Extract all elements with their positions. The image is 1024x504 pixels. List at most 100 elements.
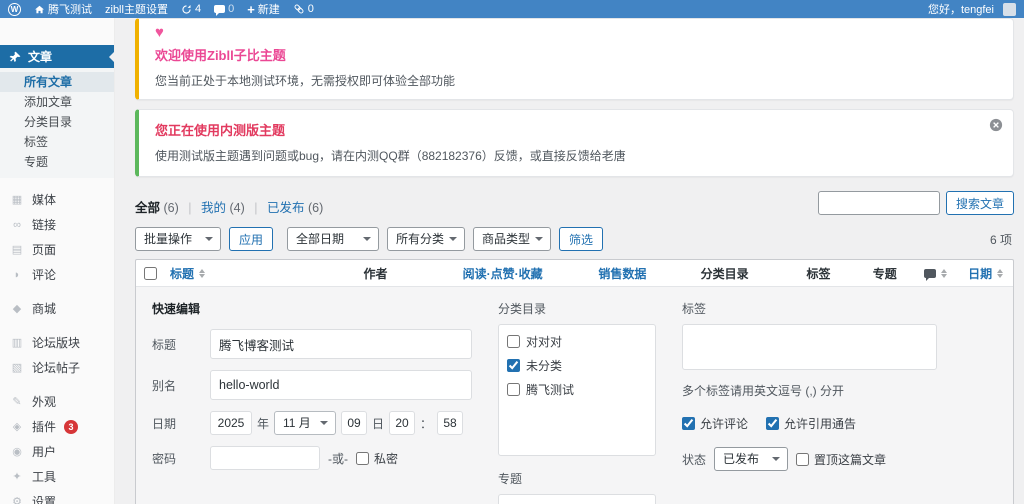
- tags-textarea[interactable]: [682, 324, 937, 370]
- or-text: -或-: [328, 451, 348, 466]
- status-select[interactable]: 已发布: [714, 447, 789, 471]
- pushpin-icon: [9, 51, 21, 63]
- select-all-checkbox[interactable]: [144, 266, 158, 280]
- sidebar-item-forum-posts[interactable]: ▧ 论坛帖子: [0, 355, 114, 380]
- dismiss-icon[interactable]: [989, 118, 1003, 132]
- pages-icon: ▤: [11, 244, 23, 256]
- settings-gear-icon: ⚙: [12, 496, 22, 504]
- month-select[interactable]: 11 月: [274, 411, 337, 435]
- category-filter-select[interactable]: 所有分类: [387, 227, 466, 251]
- beta-notice-title: 您正在使用内测版主题: [155, 123, 286, 138]
- category-item[interactable]: 对对对: [507, 333, 647, 350]
- hour-field[interactable]: [389, 411, 416, 435]
- private-checkbox[interactable]: [356, 451, 369, 465]
- search-posts-button[interactable]: 搜索文章: [945, 191, 1014, 215]
- sidebar-item-tools[interactable]: ✦ 工具: [0, 464, 114, 489]
- admin-bar: W 腾飞测试 zibll主题设置 4 0 + 新建 0 您好，tengfei: [0, 0, 1024, 18]
- sidebar-item-posts[interactable]: 文章: [0, 45, 114, 68]
- topics-list[interactable]: [498, 494, 656, 504]
- comments-icon: [214, 5, 226, 16]
- slug-label: 别名: [152, 378, 177, 393]
- category-item[interactable]: 未分类: [507, 357, 647, 374]
- column-date[interactable]: 日期: [958, 265, 1013, 282]
- view-published[interactable]: 已发布: [267, 201, 305, 215]
- new-content-link[interactable]: + 新建: [247, 1, 280, 17]
- minute-field[interactable]: [437, 411, 464, 435]
- tags-label: 标签: [682, 302, 707, 316]
- allow-comments-label[interactable]: 允许评论: [682, 415, 748, 432]
- account-menu[interactable]: 您好，tengfei: [928, 1, 1016, 17]
- comments-column-icon: [923, 268, 936, 281]
- sidebar-item-add-post[interactable]: 添加文章: [0, 92, 114, 112]
- sticky-checkbox[interactable]: [796, 452, 810, 466]
- category-checkbox[interactable]: [507, 335, 520, 348]
- welcome-notice: ♥ 欢迎使用Zibll子比主题 您当前正处于本地测试环境，无需授权即可体验全部功…: [135, 18, 1014, 100]
- view-all[interactable]: 全部 (6): [135, 201, 179, 215]
- filter-row: 批量操作 应用 全部日期 所有分类 商品类型 筛选 6 项: [135, 227, 1014, 251]
- categories-list[interactable]: 对对对 未分类 腾飞测试: [498, 324, 656, 456]
- day-field[interactable]: [341, 411, 368, 435]
- column-stats[interactable]: 阅读·点赞·收藏: [430, 265, 575, 282]
- slug-field[interactable]: [210, 370, 472, 400]
- product-type-select[interactable]: 商品类型: [473, 227, 552, 251]
- column-comments[interactable]: [912, 268, 958, 281]
- sort-icon: [940, 268, 947, 278]
- avatar: [1003, 2, 1016, 16]
- search-input[interactable]: [817, 191, 940, 215]
- sidebar-item-shop[interactable]: ◆ 商城: [0, 296, 114, 321]
- posts-submenu: 所有文章 添加文章 分类目录 标签 专题: [0, 68, 114, 178]
- beta-notice-text: 使用测试版主题遇到问题或bug，请在内测QQ群（882182376）反馈，或直接…: [155, 149, 626, 163]
- column-title[interactable]: 标题: [166, 265, 321, 282]
- admin-sidebar: 文章 所有文章 添加文章 分类目录 标签 专题 ▦ 媒体 ∞ 链接 ▤ 页面 ◗…: [0, 18, 115, 504]
- password-field[interactable]: [210, 446, 320, 470]
- categories-label: 分类目录: [498, 302, 547, 316]
- list-views-row: 全部 (6) | 我的 (4) | 已发布 (6) 搜索文章: [135, 191, 1014, 216]
- comments-link[interactable]: 0: [214, 3, 234, 16]
- title-field[interactable]: [210, 329, 472, 359]
- apply-button[interactable]: 应用: [229, 227, 274, 251]
- main-content: ♥ 欢迎使用Zibll子比主题 您当前正处于本地测试环境，无需授权即可体验全部功…: [115, 18, 1024, 504]
- allow-pings-checkbox[interactable]: [766, 417, 780, 430]
- plus-icon: +: [247, 1, 255, 17]
- sidebar-item-all-posts[interactable]: 所有文章: [0, 72, 114, 92]
- allow-pings-label[interactable]: 允许引用通告: [766, 415, 856, 432]
- column-sales[interactable]: 销售数据: [575, 265, 670, 282]
- category-checkbox[interactable]: [507, 383, 520, 396]
- tools-icon: ✦: [12, 471, 22, 483]
- updates-link[interactable]: 4: [181, 3, 201, 15]
- visit-site-link[interactable]: 腾飞测试: [34, 1, 92, 17]
- sidebar-item-plugins[interactable]: ◈ 插件 3: [0, 414, 114, 439]
- view-mine[interactable]: 我的: [201, 201, 226, 215]
- theme-settings-link[interactable]: zibll主题设置: [105, 1, 168, 17]
- column-author: 作者: [363, 266, 388, 281]
- column-topics: 专题: [872, 266, 897, 281]
- broken-links-link[interactable]: 0: [293, 3, 314, 15]
- category-item[interactable]: 腾飞测试: [507, 381, 647, 398]
- private-checkbox-label[interactable]: 私密: [356, 450, 398, 467]
- category-checkbox[interactable]: [507, 359, 520, 372]
- sidebar-item-settings[interactable]: ⚙ 设置: [0, 489, 114, 504]
- quick-edit-categories-column: 分类目录 对对对 未分类 腾飞测试 专题: [498, 300, 656, 504]
- wordpress-menu[interactable]: W: [8, 2, 21, 16]
- sidebar-item-media[interactable]: ▦ 媒体: [0, 187, 114, 212]
- password-label: 密码: [152, 451, 177, 466]
- sidebar-item-appearance[interactable]: ✎ 外观: [0, 389, 114, 414]
- sidebar-item-forum-sections[interactable]: ▥ 论坛版块: [0, 330, 114, 355]
- year-field[interactable]: [210, 411, 252, 435]
- allow-comments-checkbox[interactable]: [682, 417, 695, 430]
- sticky-label[interactable]: 置顶这篇文章: [796, 451, 886, 468]
- filter-button[interactable]: 筛选: [559, 227, 604, 251]
- sidebar-item-categories[interactable]: 分类目录: [0, 112, 114, 132]
- bulk-action-select[interactable]: 批量操作: [135, 227, 221, 251]
- items-count: 6 项: [989, 232, 1012, 247]
- sidebar-item-users[interactable]: ◉ 用户: [0, 439, 114, 464]
- wordpress-logo-icon: W: [8, 2, 21, 16]
- date-label: 日期: [152, 416, 177, 431]
- sidebar-item-topics[interactable]: 专题: [0, 152, 114, 172]
- date-filter-select[interactable]: 全部日期: [287, 227, 380, 251]
- sidebar-item-links[interactable]: ∞ 链接: [0, 212, 114, 237]
- sidebar-item-comments[interactable]: ◗ 评论: [0, 262, 114, 287]
- sidebar-item-tags[interactable]: 标签: [0, 132, 114, 152]
- table-header-row: 标题 作者 阅读·点赞·收藏 销售数据 分类目录 标签 专题 日期: [136, 260, 1013, 287]
- sidebar-item-pages[interactable]: ▤ 页面: [0, 237, 114, 262]
